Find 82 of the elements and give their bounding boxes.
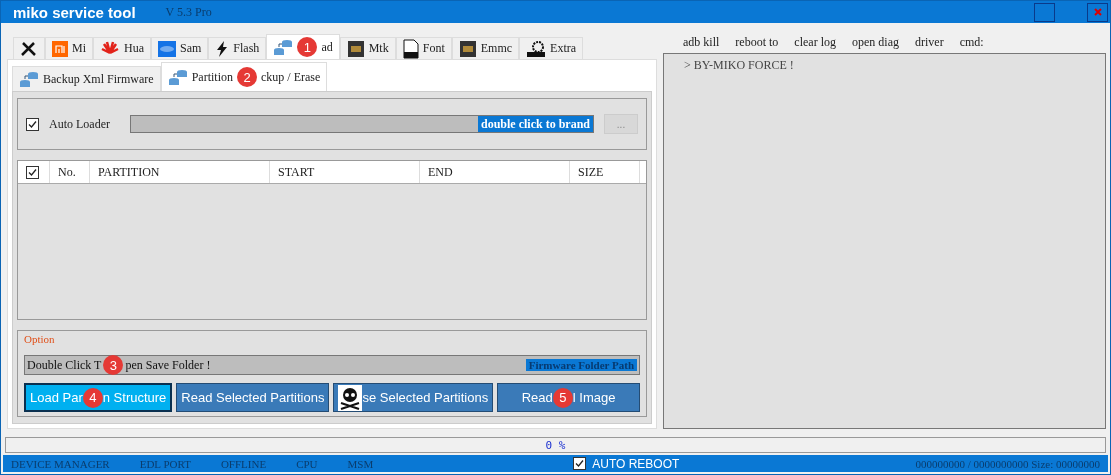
tab-label: Flash bbox=[233, 41, 260, 56]
chip-icon bbox=[458, 39, 477, 58]
path-text: pen Save Folder ! bbox=[125, 357, 211, 373]
database-icon bbox=[19, 70, 39, 88]
status-text: MSM bbox=[347, 457, 374, 470]
action-button[interactable]: se Selected Partitions bbox=[333, 383, 494, 412]
action-button[interactable]: Read 5 l Image bbox=[497, 383, 640, 412]
checkbox[interactable] bbox=[26, 117, 39, 131]
status-text: DEVICE MANAGER bbox=[11, 457, 110, 470]
tab[interactable]: Font bbox=[395, 37, 452, 59]
menu-item[interactable]: clear log bbox=[786, 34, 844, 50]
tab[interactable]: Mi bbox=[45, 37, 93, 59]
logo-icon bbox=[52, 40, 68, 57]
action-button[interactable]: Load Par 4 n Structure bbox=[24, 383, 173, 412]
checkbox[interactable] bbox=[26, 165, 39, 179]
tab-label: Mtk bbox=[368, 41, 389, 56]
status-text: CPU bbox=[296, 457, 318, 470]
button-label: n Structure bbox=[102, 390, 167, 405]
tab[interactable] bbox=[13, 37, 45, 59]
button-label: l Image bbox=[572, 390, 616, 405]
menu-item[interactable]: driver bbox=[907, 34, 952, 50]
tab[interactable]: Extra bbox=[519, 37, 584, 59]
tab-label: Font bbox=[422, 41, 445, 56]
chip-icon bbox=[346, 39, 365, 58]
auto-reboot-label: AUTO REBOOT bbox=[592, 456, 680, 471]
step-marker: 5 bbox=[552, 387, 573, 408]
path-label: Firmware Folder Path bbox=[525, 359, 637, 371]
tab[interactable]: Emmc bbox=[451, 37, 520, 59]
tab[interactable]: Flash bbox=[208, 37, 267, 59]
column-header: No. bbox=[50, 161, 90, 183]
subtab[interactable]: Partition 2 ckup / Erase bbox=[160, 62, 328, 91]
database-icon bbox=[273, 38, 294, 56]
step-marker: 2 bbox=[237, 67, 257, 87]
menu-item[interactable]: cmd: bbox=[951, 34, 992, 50]
tab-label: Sam bbox=[180, 41, 202, 56]
log-line: > BY-MIKO FORCE ! bbox=[684, 58, 795, 73]
status-text: EDL PORT bbox=[139, 457, 191, 470]
size-counter: 000000000 / 0000000000 Size: 00000000 bbox=[915, 457, 1100, 470]
tab[interactable]: Hua bbox=[93, 37, 151, 59]
button-label: Read Selected Partitions bbox=[181, 390, 325, 405]
tab[interactable]: Sam bbox=[151, 37, 209, 59]
auto-loader-label: Auto Loader bbox=[49, 116, 110, 132]
action-button[interactable]: Read Selected Partitions bbox=[176, 383, 330, 412]
button-label: se Selected Partitions bbox=[362, 390, 489, 405]
column-header: SIZE bbox=[570, 161, 640, 183]
subtab[interactable]: Backup Xml Firmware bbox=[12, 66, 161, 91]
tab-label: Emmc bbox=[480, 41, 513, 56]
checkbox[interactable] bbox=[573, 457, 587, 470]
tab-label: ckup / Erase bbox=[261, 69, 321, 85]
step-marker: 3 bbox=[103, 355, 124, 375]
version-label: V 5.3 Pro bbox=[165, 4, 213, 20]
tab-label: Partition bbox=[191, 69, 233, 85]
menu-item[interactable]: adb kill bbox=[675, 34, 728, 50]
tab-label: Backup Xml Firmware bbox=[43, 71, 154, 87]
lightning-icon bbox=[215, 40, 230, 57]
column-header: END bbox=[420, 161, 570, 183]
menu-item[interactable]: open diag bbox=[844, 34, 907, 50]
column-header: START bbox=[270, 161, 420, 183]
tab-label: Extra bbox=[550, 41, 577, 56]
step-marker: 4 bbox=[82, 387, 103, 408]
button-label: Load Par bbox=[30, 390, 83, 405]
skull-icon bbox=[338, 384, 363, 411]
group-title: Option bbox=[24, 333, 56, 345]
tab-label: Hua bbox=[124, 41, 144, 56]
tab-label: ad bbox=[321, 39, 333, 55]
tab[interactable]: Mtk bbox=[339, 37, 396, 59]
brand-field[interactable]: double click to brand bbox=[130, 115, 594, 133]
tab[interactable]: 1 ad bbox=[266, 34, 340, 59]
brand-hint: double click to brand bbox=[477, 116, 593, 132]
path-text: Double Click T bbox=[27, 357, 102, 373]
database-icon bbox=[167, 68, 188, 86]
step-marker: 1 bbox=[297, 37, 318, 57]
folder-path-field[interactable]: Double Click T 3 pen Save Folder ! Firmware Folder Path bbox=[24, 355, 640, 375]
close-icon bbox=[1093, 8, 1102, 16]
button-label: Read bbox=[521, 390, 553, 405]
column-header: PARTITION bbox=[90, 161, 270, 183]
logo-icon bbox=[158, 40, 176, 57]
menu-item[interactable]: reboot to bbox=[727, 34, 787, 50]
status-text: OFFLINE bbox=[220, 457, 267, 470]
window-title: miko service tool bbox=[13, 3, 136, 21]
progress-reading: 0 % bbox=[545, 438, 566, 452]
tab-label: Mi bbox=[72, 41, 86, 56]
